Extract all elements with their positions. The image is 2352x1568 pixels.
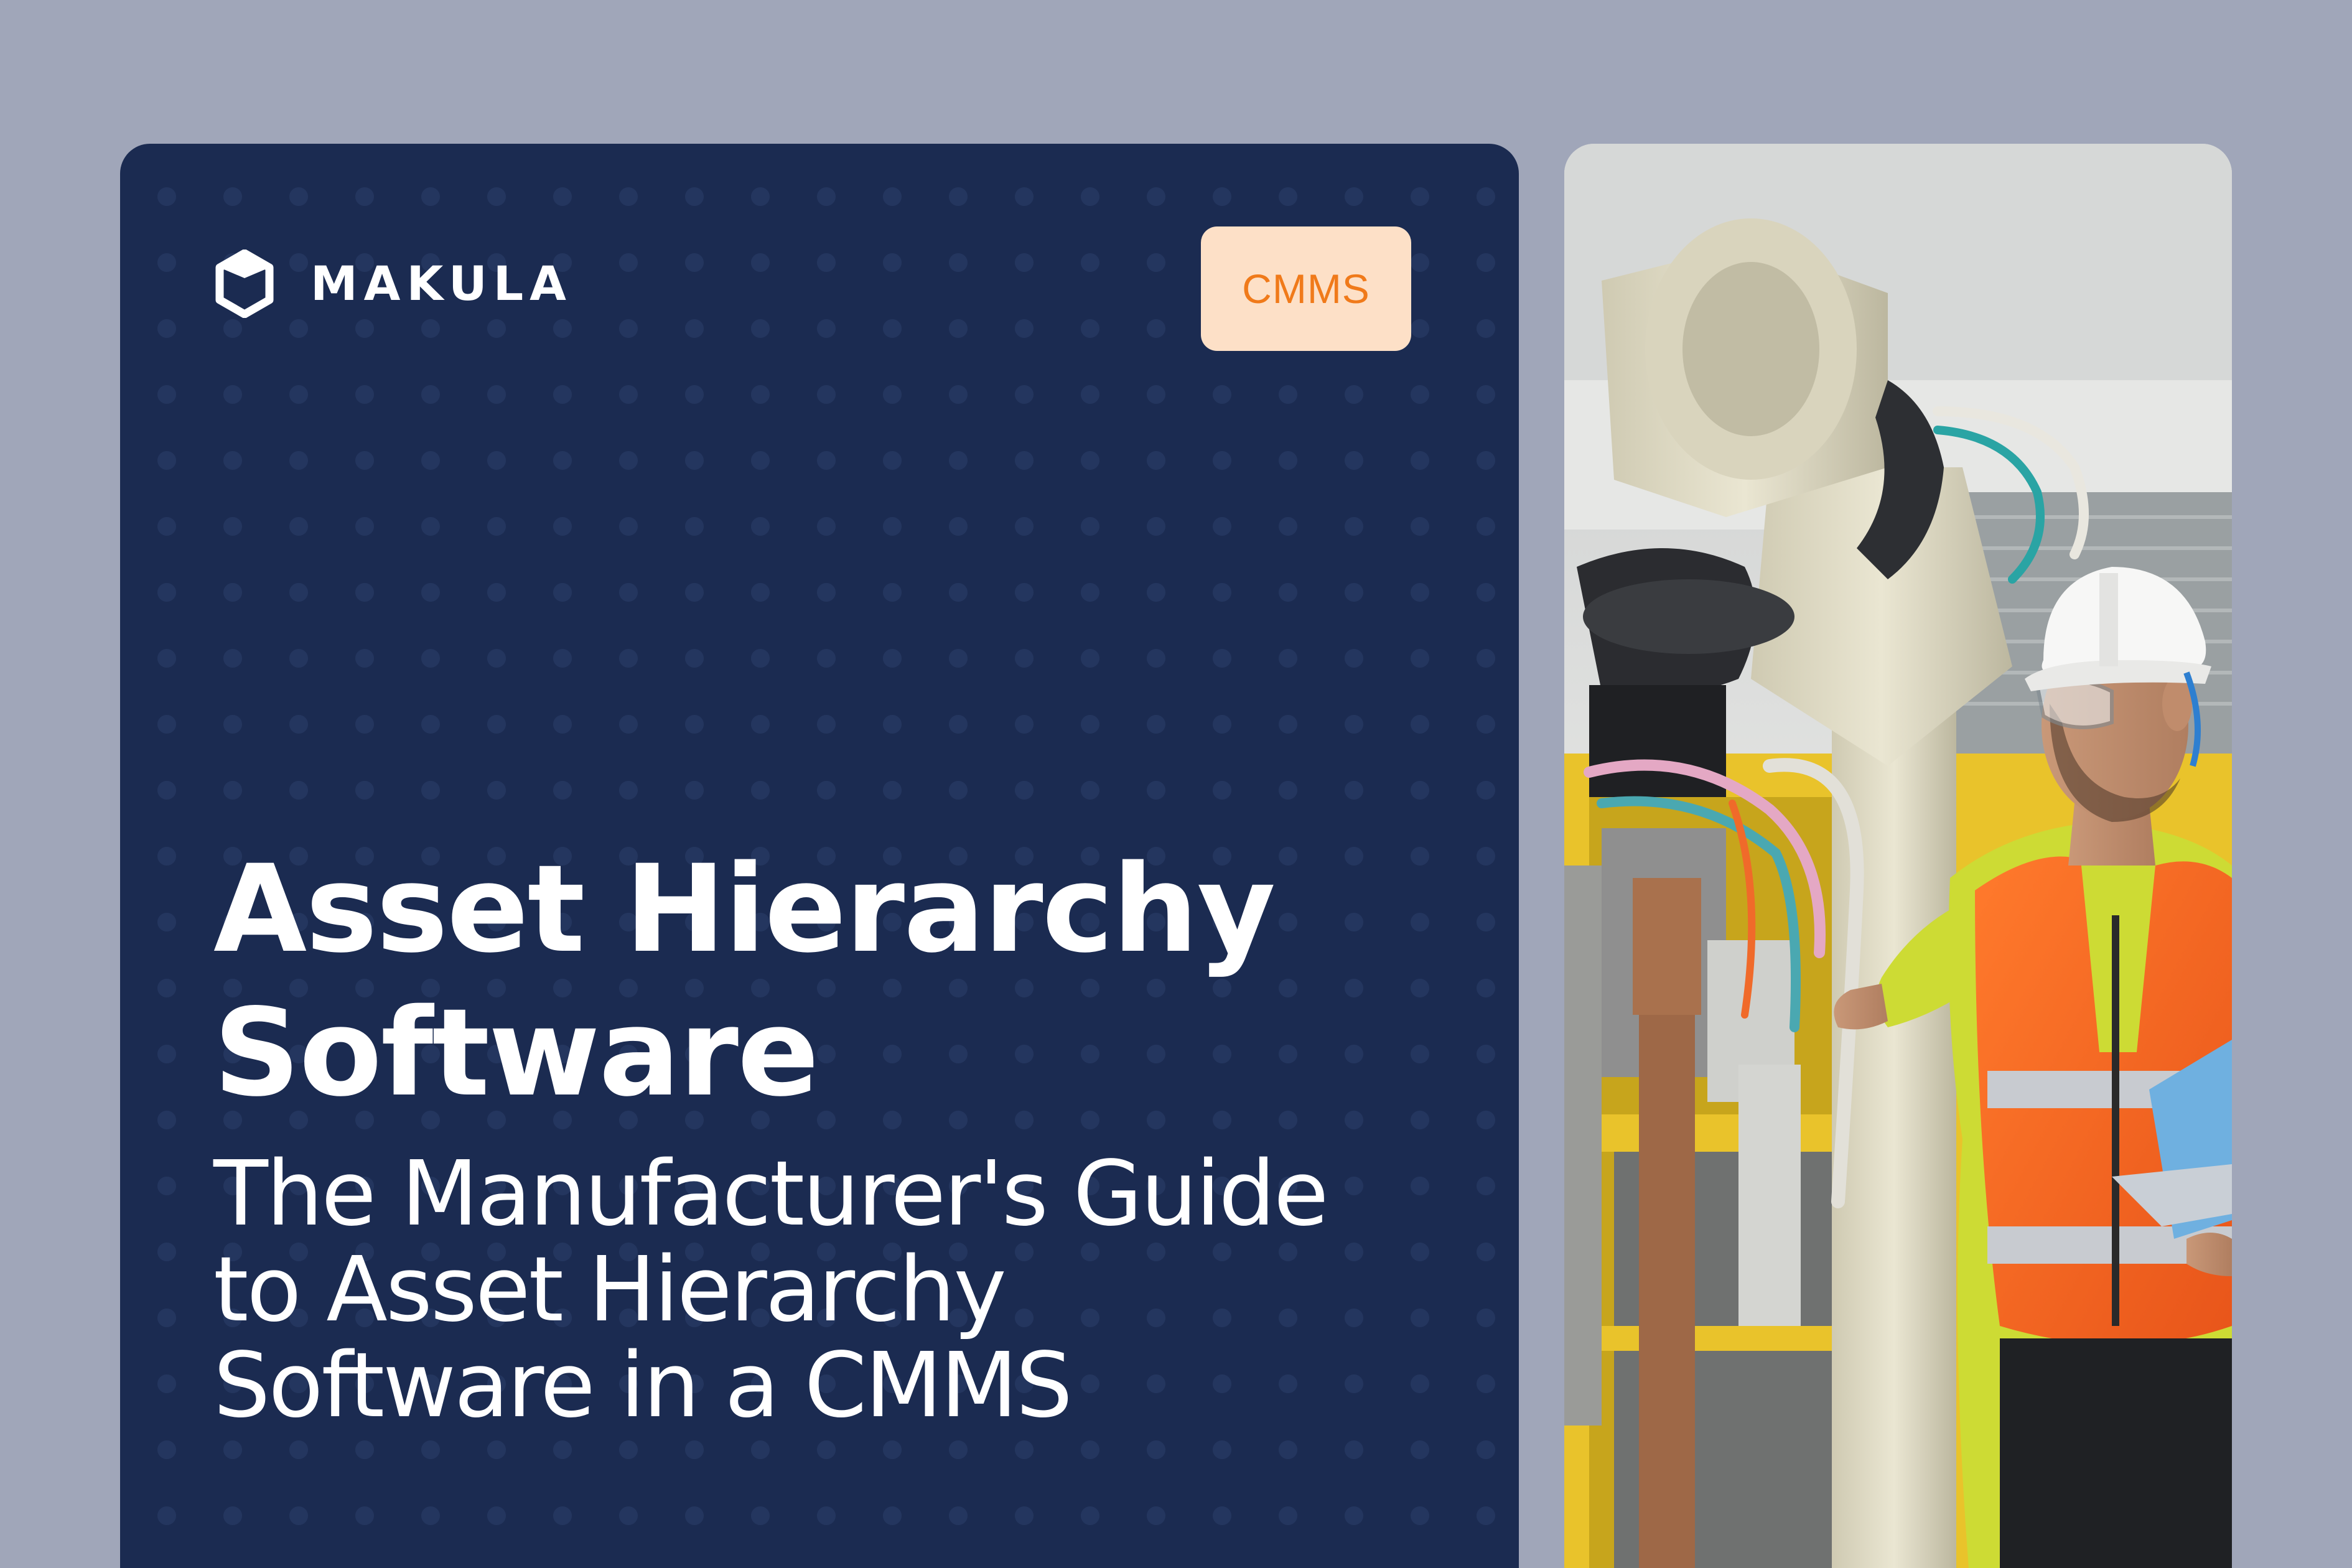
hexagon-logo-icon xyxy=(215,250,274,318)
subtitle-line: Software in a CMMS xyxy=(213,1333,1073,1437)
brand-name: MAKULA xyxy=(310,256,572,311)
engineer-with-industrial-robot-photo xyxy=(1564,144,2232,1568)
title-line: Software xyxy=(213,982,819,1123)
page-subtitle: The Manufacturer's Guide to Asset Hierar… xyxy=(213,1146,1427,1433)
subtitle-line: to Asset Hierarchy xyxy=(213,1237,1007,1342)
brand-logo[interactable]: MAKULA xyxy=(213,250,572,318)
page-title: Asset Hierarchy Software xyxy=(213,838,1458,1125)
category-badge[interactable]: CMMS xyxy=(1201,226,1411,351)
title-line: Asset Hierarchy xyxy=(213,839,1276,979)
subtitle-line: The Manufacturer's Guide xyxy=(213,1141,1329,1246)
hero-card: MAKULA CMMS Asset Hierarchy Software The… xyxy=(120,144,1519,1568)
